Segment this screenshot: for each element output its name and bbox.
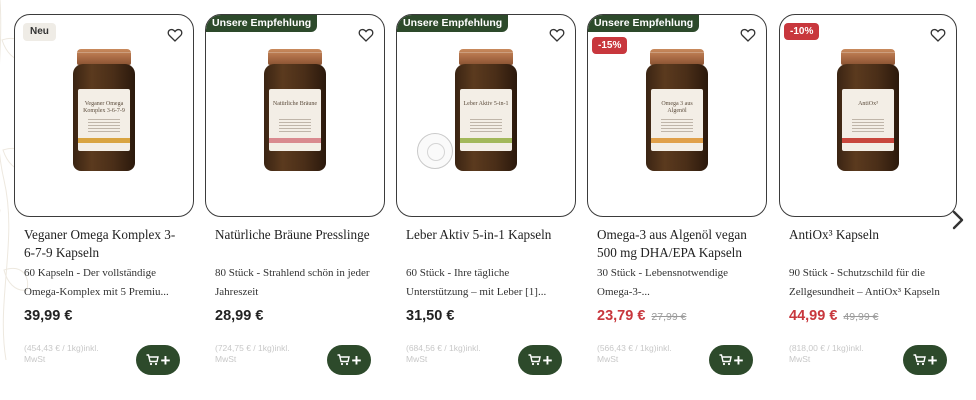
product-description: 60 Kapseln - Der vollständige Omega-Komp… <box>24 267 169 298</box>
add-to-cart-button[interactable]: + <box>709 345 753 375</box>
product-price: 23,79 € <box>597 308 646 324</box>
product-price: 44,99 € <box>789 308 838 324</box>
price-row: 31,50 € <box>406 307 454 325</box>
price-row: 39,99 € <box>24 307 72 325</box>
product-title[interactable]: Veganer Omega Komplex 3-6-7-9 Kapseln <box>24 226 184 261</box>
product-jar-image: Natürliche Bräune <box>264 49 326 171</box>
product-card[interactable]: Unsere Empfehlung Leber Aktiv 5-in-1 Leb… <box>396 14 576 400</box>
product-title[interactable]: AntiOx³ Kapseln <box>789 226 949 244</box>
add-to-cart-button[interactable]: + <box>518 345 562 375</box>
product-description: 60 Stück - Ihre tägliche Unterstützung –… <box>406 267 547 298</box>
cart-icon <box>337 354 350 366</box>
chevron-right-icon[interactable] <box>950 208 966 232</box>
old-price: 27,99 € <box>651 311 687 323</box>
new-badge: Neu <box>23 23 56 41</box>
product-description: 90 Stück - Schutzschild für die Zellgesu… <box>789 267 940 298</box>
product-card[interactable]: Unsere Empfehlung Natürliche Bräune Natü… <box>205 14 385 400</box>
product-image-box[interactable]: Unsere Empfehlung Leber Aktiv 5-in-1 <box>396 14 576 217</box>
cart-icon <box>913 354 926 366</box>
plus-icon: + <box>160 350 171 370</box>
plus-icon: + <box>733 350 744 370</box>
heart-outline-icon[interactable] <box>930 27 946 43</box>
product-card[interactable]: -10% AntiOx³ AntiOx³ Kapseln 90 Stück - … <box>779 14 969 400</box>
jar-label-text: AntiOx³ <box>858 101 878 107</box>
jar-label-text: Natürliche Bräune <box>272 101 318 107</box>
product-description: 30 Stück - Lebensnotwendige Omega-3-... <box>597 267 729 298</box>
product-image-box[interactable]: -10% AntiOx³ <box>779 14 957 217</box>
product-description: 80 Stück - Strahlend schön in jeder Jahr… <box>215 267 370 298</box>
product-image-box[interactable]: Neu Veganer Omega Komplex 3-6-7-9 <box>14 14 194 217</box>
add-to-cart-button[interactable]: + <box>903 345 947 375</box>
product-title[interactable]: Omega-3 aus Algenöl vegan 500 mg DHA/EPA… <box>597 226 757 261</box>
price-row: 44,99 € 49,99 € <box>789 307 878 325</box>
product-carousel: Neu Veganer Omega Komplex 3-6-7-9 Vegane… <box>0 0 976 400</box>
product-card[interactable]: Unsere Empfehlung -15% Omega 3 aus Algen… <box>587 14 767 400</box>
jar-label-text: Omega 3 aus Algenöl <box>661 101 693 114</box>
recommendation-badge: Unsere Empfehlung <box>588 15 700 32</box>
add-to-cart-button[interactable]: + <box>327 345 371 375</box>
price-row: 23,79 € 27,99 € <box>597 307 686 325</box>
plus-icon: + <box>351 350 362 370</box>
product-image-box[interactable]: Unsere Empfehlung Natürliche Bräune <box>205 14 385 217</box>
product-image-box[interactable]: Unsere Empfehlung -15% Omega 3 aus Algen… <box>587 14 767 217</box>
recommendation-badge: Unsere Empfehlung <box>397 15 509 32</box>
price-row: 28,99 € <box>215 307 263 325</box>
product-card[interactable]: Neu Veganer Omega Komplex 3-6-7-9 Vegane… <box>14 14 194 400</box>
heart-outline-icon[interactable] <box>167 27 183 43</box>
unit-price: (454,43 € / 1kg)inkl. MwSt <box>24 343 99 364</box>
plus-icon: + <box>927 350 938 370</box>
product-jar-image: Leber Aktiv 5-in-1 <box>455 49 517 171</box>
add-to-cart-button[interactable]: + <box>136 345 180 375</box>
cart-icon <box>146 354 159 366</box>
plus-icon: + <box>542 350 553 370</box>
product-price: 28,99 € <box>215 308 264 324</box>
jar-label-text: Leber Aktiv 5-in-1 <box>463 101 509 107</box>
unit-price: (684,56 € / 1kg)inkl. MwSt <box>406 343 481 364</box>
product-price: 39,99 € <box>24 308 73 324</box>
discount-badge: -10% <box>784 23 820 40</box>
recommendation-badge: Unsere Empfehlung <box>206 15 318 32</box>
product-jar-image: Omega 3 aus Algenöl <box>646 49 708 171</box>
jar-label-text: Veganer Omega Komplex 3-6-7-9 <box>83 101 125 114</box>
heart-outline-icon[interactable] <box>358 27 374 43</box>
old-price: 49,99 € <box>843 311 879 323</box>
cart-icon <box>528 354 541 366</box>
product-title[interactable]: Leber Aktiv 5-in-1 Kapseln <box>406 226 566 244</box>
award-seal-icon <box>417 133 453 169</box>
discount-badge: -15% <box>592 37 628 54</box>
unit-price: (818,00 € / 1kg)inkl. MwSt <box>789 343 864 364</box>
product-jar-image: AntiOx³ <box>837 49 899 171</box>
product-price: 31,50 € <box>406 308 455 324</box>
heart-outline-icon[interactable] <box>740 27 756 43</box>
heart-outline-icon[interactable] <box>549 27 565 43</box>
cart-icon <box>719 354 732 366</box>
unit-price: (566,43 € / 1kg)inkl. MwSt <box>597 343 672 364</box>
product-title[interactable]: Natürliche Bräune Presslinge <box>215 226 375 244</box>
unit-price: (724,75 € / 1kg)inkl. MwSt <box>215 343 290 364</box>
product-jar-image: Veganer Omega Komplex 3-6-7-9 <box>73 49 135 171</box>
